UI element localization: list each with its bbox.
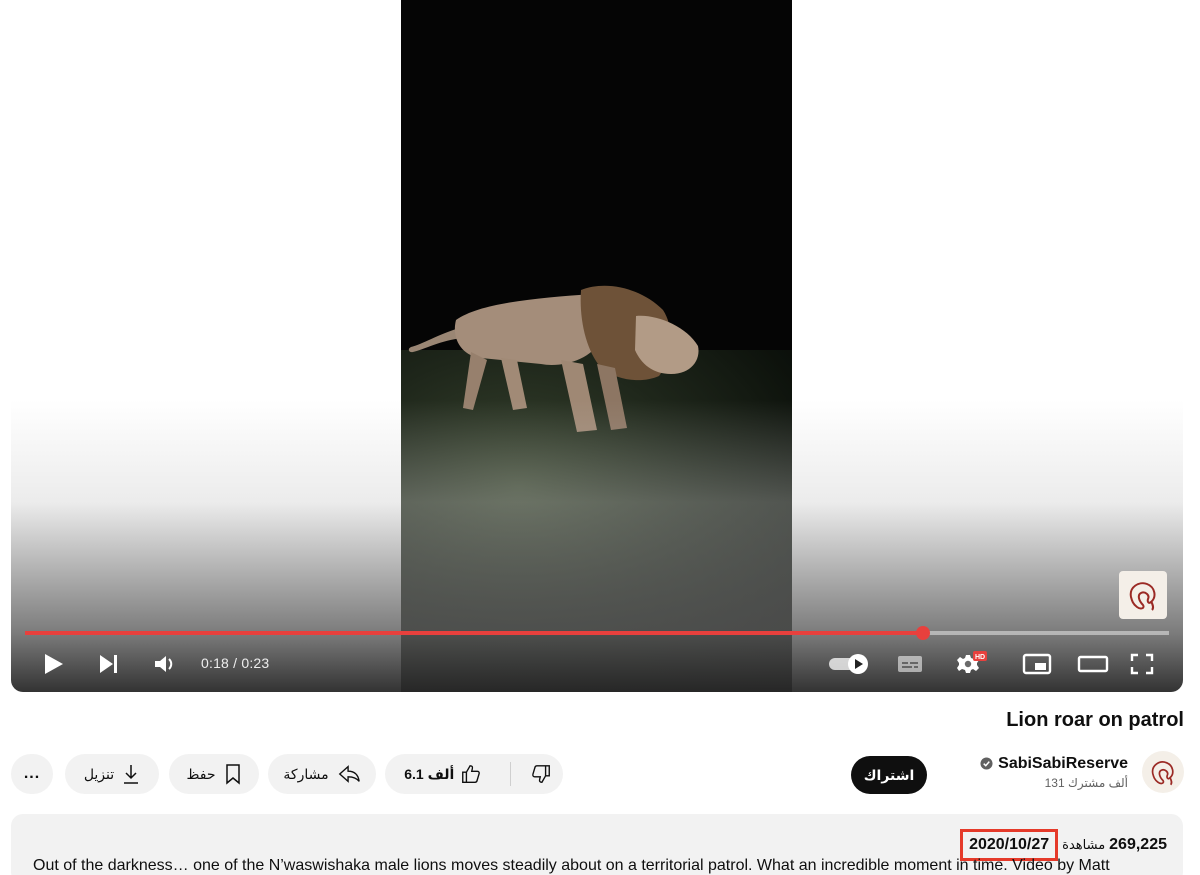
save-label: حفظ [186, 765, 216, 782]
time-current: 0:18 [201, 655, 230, 671]
channel-name[interactable]: SabiSabiReserve [998, 755, 1128, 773]
controls-gradient [11, 400, 1183, 692]
subtitles-button[interactable] [895, 650, 925, 678]
like-dislike-group: 6.1 ألف [385, 754, 563, 794]
theater-icon [1077, 655, 1109, 673]
elephant-logo-icon [1129, 582, 1156, 611]
time-total: 0:23 [241, 655, 270, 671]
video-player[interactable]: 0:18 / 0:23 HD [11, 0, 1183, 692]
verified-icon [980, 757, 993, 770]
thumbs-down-icon [531, 765, 550, 783]
miniplayer-button[interactable] [1020, 650, 1054, 678]
description-box[interactable]: 269,225 مشاهدة 2020/10/27 Out of the dar… [11, 814, 1183, 875]
bookmark-icon [225, 764, 240, 785]
subscribe-button[interactable]: اشتراك [851, 756, 927, 794]
fullscreen-button[interactable] [1126, 650, 1158, 678]
share-icon [338, 765, 360, 783]
time-separator: / [229, 655, 242, 671]
fullscreen-icon [1130, 653, 1154, 675]
progress-scrubber[interactable] [916, 626, 931, 640]
description-text: Out of the darkness… one of the N’waswis… [33, 857, 1110, 874]
more-actions-button[interactable]: ... [11, 754, 53, 794]
time-display: 0:18 / 0:23 [201, 655, 269, 671]
volume-button[interactable] [151, 650, 181, 678]
download-label: تنزيل [83, 765, 115, 782]
autoplay-toggle-icon [829, 654, 868, 674]
thumbs-up-icon [462, 765, 481, 783]
next-icon [100, 655, 117, 673]
view-count-label: مشاهدة [1062, 837, 1106, 852]
share-label: مشاركة [283, 765, 329, 782]
share-button[interactable]: مشاركة [268, 754, 376, 794]
hd-badge: HD [975, 654, 985, 661]
settings-button[interactable]: HD [953, 650, 989, 678]
progress-played [25, 631, 924, 635]
like-divider [509, 762, 511, 786]
download-icon [124, 765, 139, 784]
view-count: 269,225 [1109, 836, 1167, 853]
channel-avatar[interactable] [1142, 751, 1184, 793]
settings-icon: HD [957, 651, 987, 673]
volume-icon [155, 656, 173, 672]
play-icon [45, 654, 63, 674]
save-button[interactable]: حفظ [169, 754, 259, 794]
theater-mode-button[interactable] [1076, 650, 1110, 678]
progress-bar[interactable] [25, 626, 1169, 640]
next-button[interactable] [95, 650, 123, 678]
subtitles-icon [898, 656, 922, 672]
channel-text: SabiSabiReserve 131 ألف مشترك [980, 755, 1128, 790]
dislike-button[interactable] [518, 754, 563, 794]
more-icon: ... [23, 765, 41, 782]
subscriber-count: 131 ألف مشترك [1044, 775, 1128, 790]
like-button[interactable]: 6.1 ألف [385, 754, 502, 794]
download-button[interactable]: تنزيل [65, 754, 159, 794]
video-title: Lion roar on patrol [1006, 709, 1184, 731]
elephant-logo-icon [1151, 761, 1174, 786]
like-count: 6.1 ألف [404, 765, 455, 782]
autoplay-toggle[interactable] [827, 650, 873, 678]
miniplayer-icon [1022, 653, 1052, 675]
channel-name-row[interactable]: SabiSabiReserve [980, 755, 1128, 773]
channel-watermark[interactable] [1119, 571, 1167, 619]
play-button[interactable] [39, 650, 67, 678]
channel-info: SabiSabiReserve 131 ألف مشترك [980, 751, 1184, 793]
